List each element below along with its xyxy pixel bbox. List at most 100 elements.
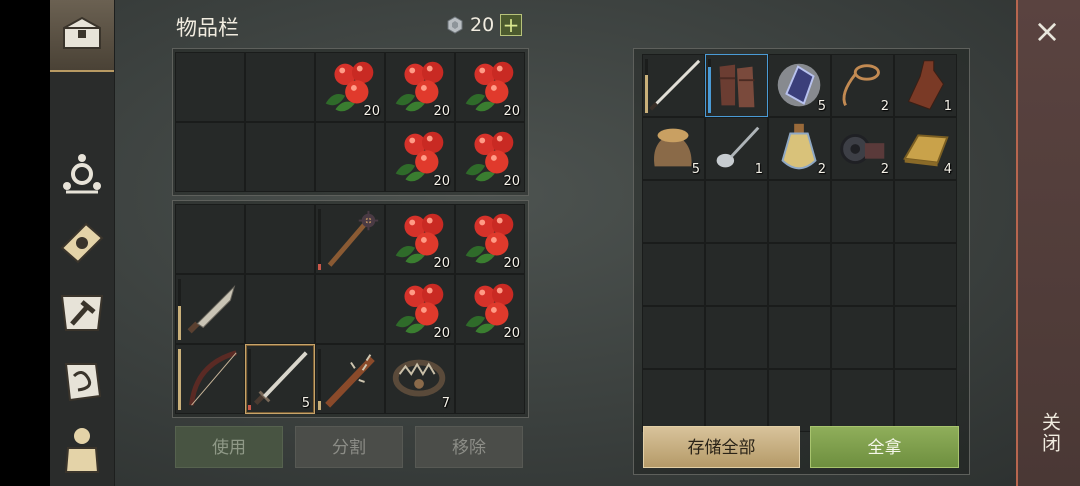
spiked-mace-slot[interactable]: [315, 204, 385, 274]
empty-slot[interactable]: [705, 306, 768, 369]
split-button[interactable]: 分割: [295, 426, 403, 468]
empty-slot[interactable]: [831, 306, 894, 369]
empty-slot[interactable]: [245, 52, 315, 122]
item-count: 20: [503, 326, 520, 341]
berries-slot[interactable]: 20: [455, 122, 525, 192]
item-count: 20: [503, 104, 520, 119]
empty-slot[interactable]: [642, 306, 705, 369]
empty-slot[interactable]: [894, 306, 957, 369]
take-all-button[interactable]: 全拿: [810, 426, 959, 468]
bear-trap-slot[interactable]: 7: [385, 344, 455, 414]
berries-slot[interactable]: 20: [315, 52, 385, 122]
berries-slot[interactable]: 20: [385, 122, 455, 192]
recipes-book-icon[interactable]: [56, 216, 108, 268]
potion-slot[interactable]: 2: [768, 117, 831, 180]
backpack-icon[interactable]: [56, 422, 108, 474]
empty-slot[interactable]: [175, 52, 245, 122]
empty-slot[interactable]: [831, 180, 894, 243]
item-count: 20: [433, 326, 450, 341]
empty-slot[interactable]: [455, 344, 525, 414]
machete-icon: [176, 275, 244, 343]
durability-bar: [178, 349, 181, 410]
empty-slot[interactable]: [768, 180, 831, 243]
crystal-slot[interactable]: 5: [768, 54, 831, 117]
spiked-club-icon: [316, 345, 384, 413]
long-sword-slot[interactable]: [642, 54, 705, 117]
remove-button[interactable]: 移除: [415, 426, 523, 468]
leather-gloves-slot[interactable]: [705, 54, 768, 117]
item-count: 2: [817, 162, 826, 177]
coin-count: 20: [470, 14, 495, 36]
item-count: 2: [880, 162, 889, 177]
gold-bar-slot[interactable]: 4: [894, 117, 957, 180]
berries-slot[interactable]: 20: [455, 52, 525, 122]
item-count: 20: [433, 104, 450, 119]
empty-slot[interactable]: [831, 369, 894, 432]
chest-icon[interactable]: [56, 8, 108, 60]
close-label[interactable]: 关闭: [1034, 412, 1064, 454]
store-all-button[interactable]: 存储全部: [643, 426, 800, 468]
empty-slot[interactable]: [894, 180, 957, 243]
empty-slot[interactable]: [768, 243, 831, 306]
sword-slot[interactable]: 5: [245, 344, 315, 414]
empty-slot[interactable]: [705, 369, 768, 432]
grain-sack-slot[interactable]: 5: [642, 117, 705, 180]
bow-slot[interactable]: [175, 344, 245, 414]
berries-slot[interactable]: 20: [455, 204, 525, 274]
bow-icon: [176, 345, 244, 413]
empty-slot[interactable]: [768, 306, 831, 369]
empty-slot[interactable]: [245, 122, 315, 192]
item-count: 4: [943, 162, 952, 177]
item-count: 20: [433, 256, 450, 271]
map-scroll-icon[interactable]: [56, 356, 108, 408]
item-count: 2: [880, 99, 889, 114]
empty-slot[interactable]: [894, 369, 957, 432]
item-count: 5: [817, 99, 826, 114]
coin-icon: [447, 16, 463, 34]
item-count: 20: [503, 256, 520, 271]
empty-slot[interactable]: [315, 274, 385, 344]
durability-bar: [708, 59, 711, 113]
leather-gloves-icon: [706, 55, 767, 116]
empty-slot[interactable]: [768, 369, 831, 432]
screen-edge: [0, 0, 50, 486]
add-coins-button[interactable]: +: [500, 14, 522, 36]
berries-slot[interactable]: 20: [385, 274, 455, 344]
item-count: 1: [754, 162, 763, 177]
empty-slot[interactable]: [315, 122, 385, 192]
machete-slot[interactable]: [175, 274, 245, 344]
empty-slot[interactable]: [642, 180, 705, 243]
spiked-club-slot[interactable]: [315, 344, 385, 414]
empty-slot[interactable]: [642, 243, 705, 306]
rope-slot[interactable]: 2: [831, 54, 894, 117]
empty-slot[interactable]: [245, 274, 315, 344]
item-count: 20: [433, 174, 450, 189]
spoon-slot[interactable]: 1: [705, 117, 768, 180]
long-sword-icon: [643, 55, 704, 116]
berries-slot[interactable]: 20: [455, 274, 525, 344]
storage-grid: 5 2 1 5 1 2 2 4: [642, 54, 957, 432]
build-hammer-icon[interactable]: [56, 286, 108, 338]
durability-bar: [178, 279, 181, 340]
empty-slot[interactable]: [894, 243, 957, 306]
gear-parts-slot[interactable]: 2: [831, 117, 894, 180]
spiked-mace-icon: [316, 205, 384, 273]
durability-bar: [248, 349, 251, 410]
item-count: 1: [943, 99, 952, 114]
close-icon[interactable]: ×: [1030, 14, 1064, 48]
item-count: 5: [691, 162, 700, 177]
empty-slot[interactable]: [245, 204, 315, 274]
empty-slot[interactable]: [175, 204, 245, 274]
berries-slot[interactable]: 20: [385, 204, 455, 274]
bottle-slot[interactable]: 1: [894, 54, 957, 117]
empty-slot[interactable]: [642, 369, 705, 432]
empty-slot[interactable]: [705, 243, 768, 306]
inventory-title: 物品栏: [176, 16, 239, 40]
empty-slot[interactable]: [705, 180, 768, 243]
item-count: 20: [503, 174, 520, 189]
skills-icon[interactable]: [56, 148, 108, 200]
empty-slot[interactable]: [831, 243, 894, 306]
use-button[interactable]: 使用: [175, 426, 283, 468]
empty-slot[interactable]: [175, 122, 245, 192]
berries-slot[interactable]: 20: [385, 52, 455, 122]
